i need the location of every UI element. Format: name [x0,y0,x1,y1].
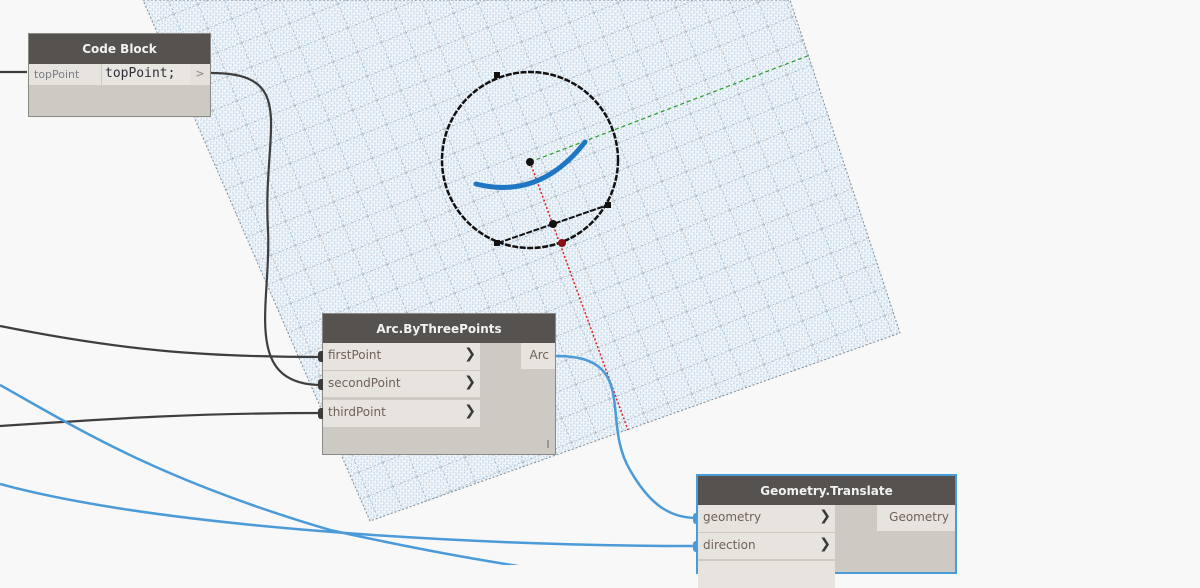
chevron-right-icon: > [195,67,205,80]
chevron-right-icon: ❯ [464,403,476,419]
input-port-secondpoint[interactable]: secondPoint ❯ [318,371,480,398]
translate-node-title[interactable]: Geometry.Translate [698,476,955,505]
port-label: firstPoint [328,348,382,362]
port-connector [693,513,698,524]
input-port-direction[interactable]: direction ❯ [693,533,835,560]
port-label: geometry [703,510,762,524]
port-label: secondPoint [328,376,401,390]
code-block-title[interactable]: Code Block [29,34,210,64]
port-label: direction [703,538,756,552]
port-connector [318,379,323,390]
input-port-thirdpoint[interactable]: thirdPoint ❯ [318,400,480,427]
code-block-node[interactable]: Code Block topPoint topPoint; > [28,33,211,117]
chevron-right-icon: ❯ [464,346,476,362]
input-port-extra[interactable] [698,561,835,588]
port-label: thirdPoint [328,405,386,419]
chevron-right-icon: ❯ [819,508,831,524]
resize-grip[interactable] [547,440,549,448]
port-connector [318,408,323,419]
code-block-input-label: topPoint [34,68,80,81]
output-label: Arc [529,348,549,362]
chevron-right-icon: ❯ [819,536,831,552]
output-label: Geometry [889,510,949,524]
port-connector [318,351,323,362]
input-port-geometry[interactable]: geometry ❯ [693,505,835,532]
arc-node-title[interactable]: Arc.ByThreePoints [323,314,555,343]
output-port-arc[interactable]: Arc [521,343,555,369]
port-connector [693,541,698,552]
output-port-geometry[interactable]: Geometry [877,505,955,531]
code-block-input-port[interactable]: topPoint [29,64,101,85]
geometry-translate-node[interactable]: Geometry.Translate geometry ❯ direction … [693,474,957,588]
code-block-output-port[interactable]: > [190,64,210,85]
code-block-code: topPoint; [105,66,176,81]
input-port-firstpoint[interactable]: firstPoint ❯ [318,343,480,370]
chevron-right-icon: ❯ [464,374,476,390]
arc-by-three-points-node[interactable]: Arc.ByThreePoints firstPoint ❯ secondPoi… [318,313,556,455]
